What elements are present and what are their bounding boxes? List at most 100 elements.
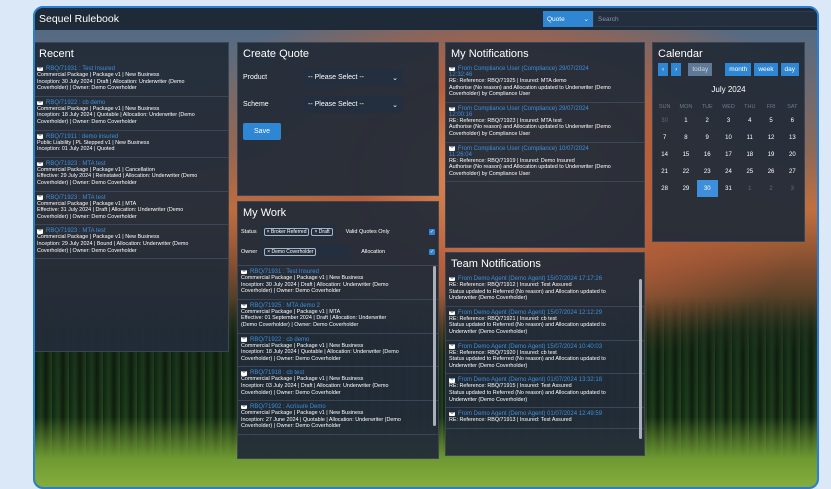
notification-item-title-text: From Compliance User (Compliance) 10/07/… — [458, 145, 589, 152]
calendar-day-button[interactable]: day — [780, 63, 799, 76]
calendar-day[interactable]: 26 — [760, 163, 781, 180]
calendar-day[interactable]: 2 — [697, 112, 718, 129]
allocation-label: Allocation — [361, 249, 386, 255]
calendar-day[interactable]: 13 — [782, 129, 803, 146]
calendar-day[interactable]: 3 — [718, 112, 739, 129]
calendar-day[interactable]: 6 — [782, 112, 803, 129]
recent-item-detail: Commercial Package | Package v1 | MTA — [37, 200, 137, 207]
recent-item-detail: Effective: 31 July 2024 | Draft | Alloca… — [37, 207, 184, 214]
calendar-day[interactable]: 5 — [760, 112, 781, 129]
my-work-panel: My Work Status × Broker Referred × Draft … — [237, 201, 439, 459]
team-notification-item-detail: RE: Reference: RBQ/71920 | Insured: cb t… — [449, 349, 557, 356]
calendar-day[interactable]: 29 — [675, 180, 696, 197]
recent-item[interactable]: RBQ/71911 : demo insured Public Liability… — [35, 131, 228, 158]
team-notification-item[interactable]: From Demo Agent (Demo Agent) 15/07/2024 … — [446, 341, 644, 375]
save-button[interactable]: Save — [243, 123, 281, 140]
calendar-day[interactable]: 15 — [675, 146, 696, 163]
recent-item[interactable]: RBQ/71931 : Test Insured Commercial Packa… — [35, 63, 228, 97]
calendar-day[interactable]: 28 — [654, 180, 675, 197]
calendar-prev-button[interactable]: ‹ — [658, 63, 669, 76]
notification-item-detail: Coverholder) by Compliance User — [449, 91, 531, 98]
work-item[interactable]: RBQ/71922 : cb demo Commercial Package | … — [238, 334, 438, 368]
allocation-checkbox[interactable]: ✓ — [429, 249, 435, 255]
work-item-detail: Coverholder) | Owner: Demo Coverholder — [241, 389, 341, 396]
work-item[interactable]: RBQ/71918 : cb test Commercial Package | … — [238, 367, 438, 402]
team-notification-item[interactable]: From Demo Agent (Demo Agent) 15/07/2024 … — [446, 273, 644, 307]
team-notification-item[interactable]: From Demo Agent (Demo Agent) 15/07/2024 … — [446, 307, 644, 341]
create-quote-panel: Create Quote Product -- Please Select --… — [237, 42, 439, 196]
calendar-month-label: July 2024 — [711, 85, 746, 94]
calendar-day[interactable]: 11 — [739, 129, 760, 146]
search-input[interactable]: Search — [593, 11, 817, 27]
work-scrollbar[interactable] — [433, 266, 436, 426]
team-notifications-title: Team Notifications — [451, 258, 541, 270]
calendar-today-button[interactable]: today — [688, 63, 713, 76]
calendar-day[interactable]: 21 — [654, 163, 675, 180]
notification-item[interactable]: From Compliance User (Compliance) 10/07/… — [446, 143, 644, 183]
team-notification-item-title-text: From Demo Agent (Demo Agent) 15/07/2024 … — [458, 343, 603, 350]
owner-label: Owner — [241, 249, 258, 255]
recent-item-detail: Public Liability | PL Stepped v1 | New B… — [37, 139, 150, 146]
calendar-day[interactable]: 31 — [718, 180, 739, 197]
recent-item[interactable]: RBQ/71923 : MTA test Commercial Package |… — [35, 225, 228, 260]
calendar-day[interactable]: 16 — [697, 146, 718, 163]
calendar-next-button[interactable]: › — [671, 63, 682, 76]
calendar-day[interactable]: 30 — [654, 112, 675, 129]
work-item[interactable]: RBQ/71931 : Test Insured Commercial Packa… — [238, 266, 438, 300]
recent-item[interactable]: RBQ/71923 : MTA test Commercial Package |… — [35, 158, 228, 192]
work-item-detail: Coverholder) | Owner: Demo Coverholder — [241, 423, 341, 430]
product-select[interactable]: -- Please Select -- ⌄ — [303, 69, 403, 86]
work-item-detail: Commercial Package | Package v1 | New Bu… — [241, 410, 364, 417]
recent-item[interactable]: RBQ/71923 : MTA test Commercial Package |… — [35, 192, 228, 226]
team-scrollbar[interactable] — [639, 279, 642, 439]
calendar-day[interactable]: 10 — [718, 129, 739, 146]
team-notification-item[interactable]: From Demo Agent (Demo Agent) 01/07/2024 … — [446, 374, 644, 409]
calendar-day[interactable]: 1 — [675, 112, 696, 129]
work-item[interactable]: RBQ/71925 : MTA demo 2 Commercial Package… — [238, 300, 438, 334]
notification-item[interactable]: From Compliance User (Compliance) 29/07/… — [446, 103, 644, 143]
work-item-detail: Commercial Package | Package v1 | MTA — [241, 308, 341, 315]
calendar-day[interactable]: 30 — [696, 180, 718, 197]
notification-item[interactable]: From Compliance User (Compliance) 29/07/… — [446, 63, 644, 103]
owner-tag[interactable]: × Demo Coverholder — [264, 248, 317, 256]
team-notification-item-detail: Underwriter (Demo Coverholder) — [449, 396, 528, 403]
status-tag[interactable]: × Draft — [311, 228, 333, 236]
calendar-day[interactable]: 23 — [697, 163, 718, 180]
status-tag[interactable]: × Broker Referred — [263, 228, 310, 236]
valid-quotes-checkbox[interactable]: ✓ — [429, 229, 435, 235]
work-item[interactable]: RBQ/71902 : Acrisure Demo Commercial Pack… — [238, 401, 438, 435]
calendar-day[interactable]: 4 — [739, 112, 760, 129]
calendar-day[interactable]: 27 — [782, 163, 803, 180]
calendar-week-button[interactable]: week — [754, 63, 778, 76]
team-notification-item-detail: RE: Reference: RBQ/71915 | Insured: Test… — [449, 383, 572, 390]
recent-item[interactable]: RBQ/71922 : cb demo Commercial Package | … — [35, 97, 228, 131]
envelope-icon — [449, 106, 455, 112]
calendar-day[interactable]: 25 — [739, 163, 760, 180]
calendar-day[interactable]: 12 — [760, 129, 781, 146]
calendar-day[interactable]: 2 — [760, 180, 781, 197]
calendar-day[interactable]: 18 — [739, 146, 760, 163]
calendar-day[interactable]: 7 — [654, 129, 675, 146]
calendar-day[interactable]: 20 — [782, 146, 803, 163]
scheme-select[interactable]: -- Please Select -- ⌄ — [303, 96, 403, 113]
calendar-day[interactable]: 9 — [697, 129, 718, 146]
calendar-month-button[interactable]: month — [725, 63, 752, 76]
calendar-day[interactable]: 24 — [718, 163, 739, 180]
calendar-day[interactable]: 3 — [782, 180, 803, 197]
calendar-day[interactable]: 22 — [675, 163, 696, 180]
calendar-day[interactable]: 17 — [718, 146, 739, 163]
work-item-detail: Inception: 27 June 2024 | Quotable | All… — [241, 416, 401, 423]
notification-item-detail: RE: Reference: RBQ/71919 | Insured: Demo… — [449, 157, 575, 164]
search-placeholder: Search — [598, 15, 619, 23]
calendar-day[interactable]: 8 — [675, 129, 696, 146]
calendar-day[interactable]: 19 — [760, 146, 781, 163]
search-scope-select[interactable]: Quote ⌄ — [543, 11, 593, 27]
calendar-day[interactable]: 1 — [739, 180, 760, 197]
calendar-day[interactable]: 14 — [654, 146, 675, 163]
status-filter[interactable]: × Broker Referred × Draft — [260, 225, 336, 239]
team-notification-item[interactable]: From Demo Agent (Demo Agent) 01/07/2024 … — [446, 408, 644, 429]
search-scope-label: Quote — [547, 15, 565, 23]
owner-filter[interactable]: × Demo Coverholder — [261, 245, 350, 259]
envelope-icon — [449, 378, 455, 383]
recent-item-detail: Coverholder) | Owner: Demo Coverholder — [37, 85, 137, 92]
